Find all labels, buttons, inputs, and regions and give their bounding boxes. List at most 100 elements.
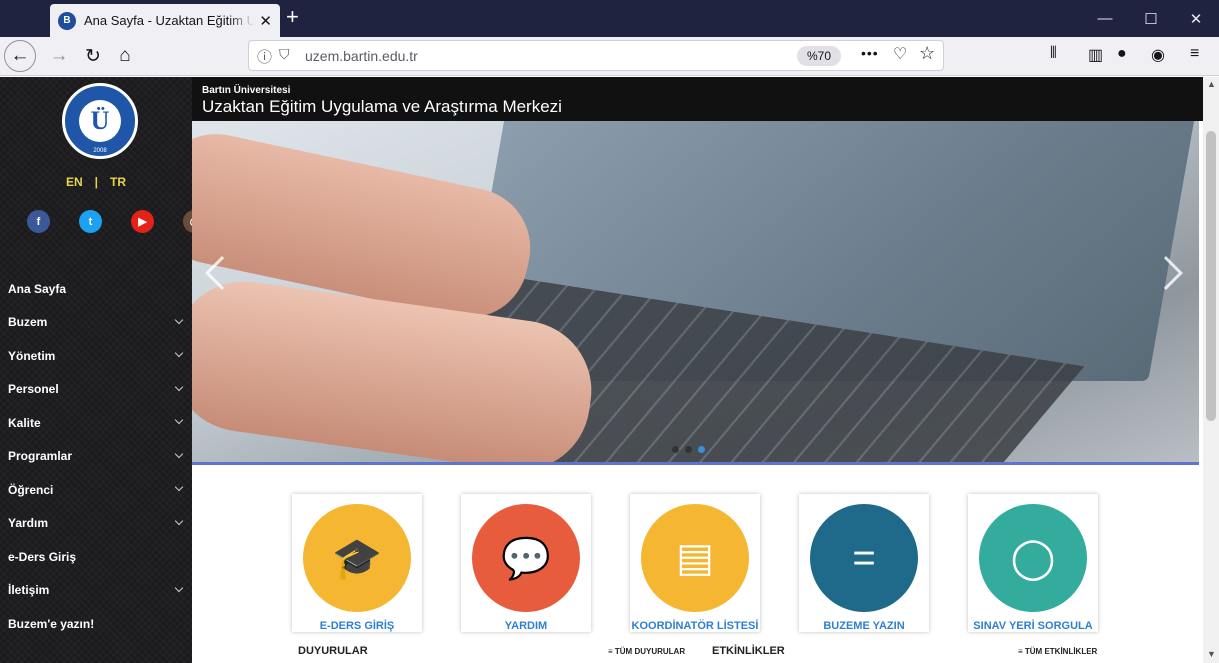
quick-link-card[interactable]: ◯ SINAV YERİ SORGULA xyxy=(968,494,1098,632)
pocket-icon[interactable]: ♡ xyxy=(893,44,907,64)
events-heading: ETKİNLİKLER xyxy=(712,645,785,657)
chevron-down-icon[interactable] xyxy=(174,315,184,324)
page-scrollbar[interactable]: ▲ ▼ xyxy=(1203,77,1219,663)
sidebar-menu-item[interactable]: Buzem xyxy=(0,306,192,340)
university-logo[interactable]: Ü 2008 xyxy=(62,83,138,159)
address-bar[interactable]: ⓘ ⛉ uzem.bartin.edu.tr %70 ••• ♡ ☆ xyxy=(248,40,944,71)
tab-title: Ana Sayfa - Uzaktan Eğitim Uyg xyxy=(84,13,254,28)
language-switcher: EN | TR xyxy=(0,175,192,189)
scroll-up-icon[interactable]: ▲ xyxy=(1207,79,1216,89)
home-icon[interactable]: ⌂ xyxy=(110,41,140,71)
chevron-down-icon[interactable] xyxy=(174,382,184,391)
maximize-icon[interactable]: ☐ xyxy=(1128,0,1174,37)
sidebar-menu-label: Öğrenci xyxy=(8,482,54,497)
slider-dot[interactable] xyxy=(685,446,692,453)
sidebar-menu-label: Programlar xyxy=(8,449,73,464)
magnifier-icon: ◯ xyxy=(979,504,1087,612)
sidebar-menu-label: Buzem xyxy=(8,315,48,330)
new-tab-icon[interactable]: + xyxy=(286,5,299,29)
sidebar-menu-item[interactable]: e-Ders Giriş xyxy=(0,540,192,574)
sidebar-menu: Ana Sayfa Buzem Yönetim Personel Kalite Progr… xyxy=(0,272,192,641)
hero-slider xyxy=(192,121,1199,462)
chevron-down-icon[interactable] xyxy=(174,449,184,458)
youtube-icon[interactable]: ▶ xyxy=(131,210,154,233)
tracking-shield-icon[interactable]: ⛉ xyxy=(279,46,290,63)
sidebar-menu-item[interactable]: Kalite xyxy=(0,406,192,440)
chevron-down-icon[interactable] xyxy=(174,516,184,525)
quick-link-label[interactable]: E-DERS GİRİŞ xyxy=(292,620,422,632)
scroll-down-icon[interactable]: ▼ xyxy=(1207,649,1216,659)
site-favicon-icon: B xyxy=(58,11,76,30)
graduate-icon: 🎓 xyxy=(303,504,411,612)
sidebar-menu-item[interactable]: Yönetim xyxy=(0,339,192,373)
browser-tab-strip: B Ana Sayfa - Uzaktan Eğitim Uyg ✕ + — ☐… xyxy=(0,0,1219,37)
quick-link-label[interactable]: KOORDİNATÖR LİSTESİ xyxy=(630,620,760,632)
lang-separator: | xyxy=(94,175,99,189)
slider-dots xyxy=(672,446,705,453)
chat-bubbles-icon: 💬 xyxy=(472,504,580,612)
slider-dot-active[interactable] xyxy=(698,446,705,453)
university-name: Bartın Üniversitesi xyxy=(202,85,291,96)
lang-en-link[interactable]: EN xyxy=(66,175,83,189)
quick-link-label[interactable]: YARDIM xyxy=(461,620,591,632)
browser-navbar: ← → ↻ ⌂ ⓘ ⛉ uzem.bartin.edu.tr %70 ••• ♡… xyxy=(0,37,1219,76)
sidebar-menu-item[interactable]: Programlar xyxy=(0,440,192,474)
sidebar-menu-item[interactable]: Buzem'e yazın! xyxy=(0,607,192,641)
sidebar-menu-label: İletişim xyxy=(8,583,50,598)
forward-arrow-icon[interactable]: → xyxy=(44,41,74,71)
sidebar-menu-label: Ana Sayfa xyxy=(8,281,67,296)
sidebar-toggle-icon[interactable]: ▥ xyxy=(1088,45,1103,65)
chevron-down-icon[interactable] xyxy=(174,415,184,425)
url-text[interactable]: uzem.bartin.edu.tr xyxy=(305,48,418,64)
slider-dot[interactable] xyxy=(672,446,679,453)
chevron-down-icon[interactable] xyxy=(174,583,184,592)
sidebar-menu-label: Personel xyxy=(8,382,59,397)
sidebar-menu-item[interactable]: Ana Sayfa xyxy=(0,272,192,306)
sidebar-menu-label: e-Ders Giriş xyxy=(8,549,77,564)
extension-icon[interactable]: ● xyxy=(1117,45,1127,63)
site-title[interactable]: Uzaktan Eğitim Uygulama ve Araştırma Mer… xyxy=(202,97,562,117)
scroll-thumb[interactable] xyxy=(1206,131,1216,421)
sidebar-menu-item[interactable]: Öğrenci xyxy=(0,473,192,507)
back-arrow-icon[interactable]: ← xyxy=(4,40,36,72)
browser-tab-active[interactable]: B Ana Sayfa - Uzaktan Eğitim Uyg ✕ xyxy=(50,4,280,37)
web-page: Ü 2008 EN|TR ft▶◎ Ana SayfaBuzemYönetimP… xyxy=(0,77,1219,663)
announcements-heading: DUYURULAR xyxy=(298,645,368,657)
site-info-icon[interactable]: ⓘ xyxy=(257,46,272,67)
sidebar-menu-label: Kalite xyxy=(8,415,41,430)
sidebar-menu-item[interactable]: Personel xyxy=(0,373,192,407)
quick-link-card[interactable]: 💬 YARDIM xyxy=(461,494,591,632)
all-announcements-link[interactable]: ≡ TÜM DUYURULAR xyxy=(608,647,685,656)
sidebar-menu-label: Yönetim xyxy=(8,348,56,363)
sidebar-menu-item[interactable]: İletişim xyxy=(0,574,192,608)
quick-link-label[interactable]: BUZEME YAZIN xyxy=(799,620,929,632)
minimize-icon[interactable]: — xyxy=(1082,0,1128,37)
library-icon[interactable]: ⫴ xyxy=(1050,45,1057,63)
quick-link-card[interactable]: 🎓 E-DERS GİRİŞ xyxy=(292,494,422,632)
chevron-down-icon[interactable] xyxy=(174,348,184,358)
facebook-icon[interactable]: f xyxy=(27,210,50,233)
chevron-down-icon[interactable] xyxy=(174,482,184,492)
id-card-icon: ▤ xyxy=(641,504,749,612)
all-events-link[interactable]: ≡ TÜM ETKİNLİKLER xyxy=(1018,647,1097,656)
reload-icon[interactable]: ↻ xyxy=(78,41,108,71)
page-actions-icon[interactable]: ••• xyxy=(861,45,879,61)
message-icon: = xyxy=(810,504,918,612)
quick-link-card[interactable]: = BUZEME YAZIN xyxy=(799,494,929,632)
zoom-level-badge[interactable]: %70 xyxy=(797,46,842,66)
menu-hamburger-icon[interactable]: ≡ xyxy=(1190,45,1199,63)
bookmark-star-icon[interactable]: ☆ xyxy=(919,43,935,64)
sidebar-menu-item[interactable]: Yardım xyxy=(0,507,192,541)
slider-divider xyxy=(192,462,1199,465)
close-tab-icon[interactable]: ✕ xyxy=(259,12,272,30)
close-window-icon[interactable]: ✕ xyxy=(1173,0,1219,37)
quick-links: 🎓 E-DERS GİRİŞ 💬 YARDIM ▤ KOORDİNATÖR LİSTESİ… xyxy=(292,494,1098,632)
twitter-icon[interactable]: t xyxy=(79,210,102,233)
site-header: Bartın Üniversitesi Uzaktan Eğitim Uygul… xyxy=(192,77,1203,121)
social-links: ft▶◎ xyxy=(27,210,206,233)
sidebar: Ü 2008 EN|TR ft▶◎ Ana SayfaBuzemYönetimP… xyxy=(0,77,206,663)
account-icon[interactable]: ◉ xyxy=(1151,45,1165,65)
lang-tr-link[interactable]: TR xyxy=(110,175,126,189)
quick-link-card[interactable]: ▤ KOORDİNATÖR LİSTESİ xyxy=(630,494,760,632)
quick-link-label[interactable]: SINAV YERİ SORGULA xyxy=(968,620,1098,632)
